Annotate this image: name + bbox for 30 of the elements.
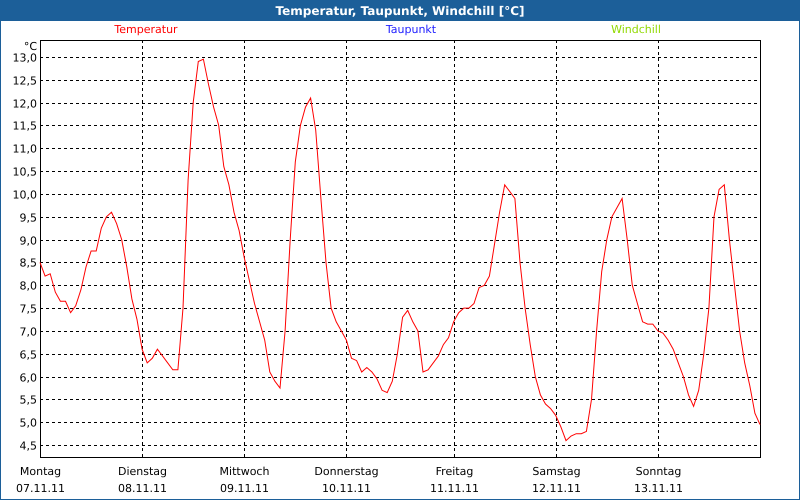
y-tick-label: 8,5 (20, 256, 37, 270)
title-bar: Temperatur, Taupunkt, Windchill [°C] (1, 1, 799, 21)
y-tick-label: 9,5 (20, 212, 37, 224)
y-tick-label: 5,0 (20, 416, 37, 430)
y-tick-label: 9,0 (20, 234, 37, 248)
y-tick-label: 8,0 (20, 280, 37, 292)
y-tick-label: 5,5 (20, 394, 37, 406)
y-tick-label: 11,0 (12, 142, 37, 156)
x-tick-label: Donnerstag 10.11.11 (314, 465, 379, 495)
y-tick-label: 13,0 (12, 52, 37, 64)
y-tick-label: 10,0 (12, 188, 37, 202)
y-tick-label: 6,5 (20, 348, 37, 362)
y-axis-unit: °C (24, 40, 37, 53)
legend-label: Temperatur (114, 23, 178, 36)
legend-label: Taupunkt (386, 23, 436, 36)
x-tick-label: Freitag 11.11.11 (430, 465, 479, 495)
x-tick-label: Samstag 12.11.11 (532, 465, 581, 495)
y-tick-label: 7,0 (20, 326, 37, 338)
y-tick-label: 12,5 (12, 74, 37, 88)
legend-label: Windchill (611, 23, 661, 36)
y-tick-label: 12,0 (12, 98, 37, 110)
y-tick-label: 10,5 (12, 166, 37, 178)
x-tick-label: Dienstag 08.11.11 (118, 465, 168, 495)
x-tick-label: Mittwoch 09.11.11 (220, 465, 270, 495)
y-tick-label: 7,5 (20, 302, 37, 316)
y-tick-label: 4,5 (20, 440, 37, 452)
y-tick-label: 11,5 (12, 120, 37, 132)
x-tick-label: Montag 07.11.11 (16, 465, 65, 495)
y-tick-label: 6,0 (20, 372, 37, 384)
x-tick-label: Sonntag 13.11.11 (634, 465, 683, 495)
